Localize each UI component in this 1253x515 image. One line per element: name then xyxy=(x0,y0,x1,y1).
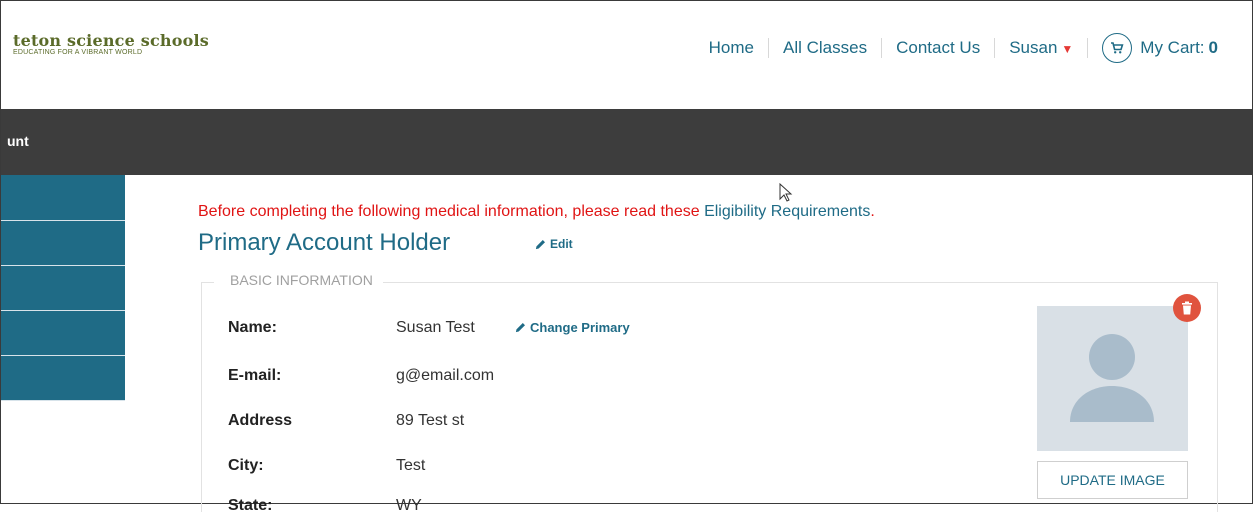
cart-icon[interactable] xyxy=(1102,33,1133,63)
sidebar-item[interactable] xyxy=(1,175,125,221)
eligibility-requirements-link[interactable]: Eligibility Requirements xyxy=(704,203,870,220)
page-header-bar: unt xyxy=(1,109,1252,175)
basic-info-legend: BASIC INFORMATION xyxy=(214,272,383,288)
city-value: Test xyxy=(396,457,426,474)
avatar xyxy=(1037,306,1188,451)
sidebar-item[interactable] xyxy=(1,311,125,356)
sidebar-item[interactable] xyxy=(1,221,125,266)
notice-end: . xyxy=(870,203,875,220)
mouse-cursor-icon xyxy=(779,183,793,202)
account-sidebar xyxy=(1,175,125,401)
section-title: Primary Account Holder xyxy=(198,229,451,256)
pencil-icon xyxy=(535,239,545,249)
edit-label: Edit xyxy=(550,237,573,251)
brand-tagline: EDUCATING FOR A VIBRANT WORLD xyxy=(13,49,143,56)
nav-home-link[interactable]: Home xyxy=(695,38,768,58)
city-label: City: xyxy=(228,457,264,474)
nav-divider xyxy=(1087,38,1089,58)
medical-notice: Before completing the following medical … xyxy=(198,203,875,221)
state-label: State: xyxy=(228,497,273,514)
user-name: Susan xyxy=(1009,38,1058,57)
page-header-title: unt xyxy=(7,133,29,149)
nav-contact-link[interactable]: Contact Us xyxy=(882,38,994,58)
caret-down-icon: ▼ xyxy=(1061,42,1074,56)
address-label: Address xyxy=(228,412,293,429)
name-value: Susan Test xyxy=(396,319,475,336)
email-label: E-mail: xyxy=(228,367,282,384)
sidebar-item[interactable] xyxy=(1,356,125,401)
nav-all-classes-link[interactable]: All Classes xyxy=(769,38,881,58)
top-nav: Home All Classes Contact Us Susan ▼ My Ca… xyxy=(695,31,1218,65)
update-image-button[interactable]: UPDATE IMAGE xyxy=(1037,461,1188,499)
name-label: Name: xyxy=(228,319,277,336)
sidebar-item[interactable] xyxy=(1,266,125,311)
email-value: g@email.com xyxy=(396,367,495,384)
pencil-icon xyxy=(515,323,525,333)
user-menu-toggle[interactable]: Susan ▼ xyxy=(995,38,1087,58)
change-primary-link[interactable]: Change Primary xyxy=(515,320,630,335)
cart-count: 0 xyxy=(1208,38,1218,57)
brand-logo-title[interactable]: teton science schools xyxy=(13,31,209,50)
edit-account-holder-link[interactable]: Edit xyxy=(535,237,573,251)
address-value: 89 Test st xyxy=(396,412,465,429)
notice-text: Before completing the following medical … xyxy=(198,203,705,220)
user-silhouette-icon xyxy=(1070,334,1154,422)
trash-icon xyxy=(1182,301,1192,315)
delete-image-button[interactable] xyxy=(1173,294,1201,322)
cart-link[interactable]: My Cart: xyxy=(1140,38,1204,58)
site-header: teton science schools EDUCATING FOR A VI… xyxy=(1,1,1252,109)
state-value: WY xyxy=(396,497,422,514)
change-primary-label: Change Primary xyxy=(530,320,630,335)
